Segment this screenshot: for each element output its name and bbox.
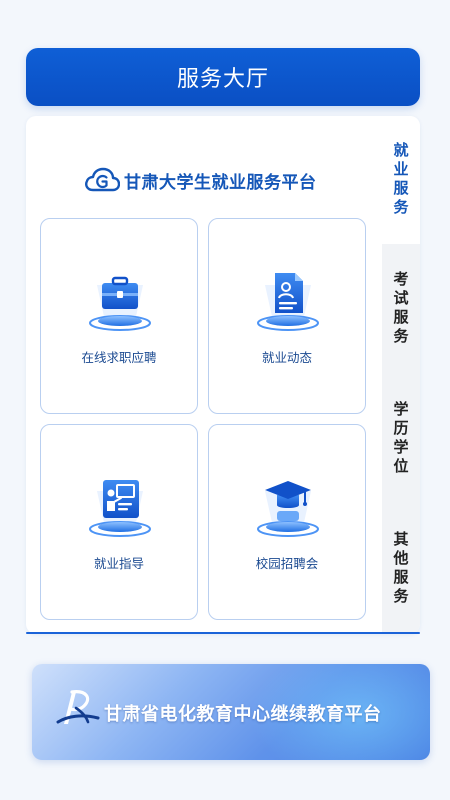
tab-label: 其他服务 — [391, 531, 410, 607]
platform-brand: 甘肃大学生就业服务平台 — [84, 162, 317, 198]
briefcase-icon — [89, 276, 151, 331]
service-hall-header: 服务大厅 — [26, 48, 420, 106]
tab-other-services[interactable]: 其他服务 — [382, 504, 420, 634]
service-category-tabs: 就业服务 考试服务 学历学位 其他服务 — [382, 116, 420, 634]
tab-employment-services[interactable]: 就业服务 — [382, 116, 420, 244]
tab-label: 就业服务 — [391, 142, 410, 218]
employment-news-card[interactable]: 就业动态 — [208, 218, 366, 414]
employment-guidance-card[interactable]: 就业指导 — [40, 424, 198, 620]
banner-title: 甘肃省电化教育中心继续教育平台 — [104, 704, 382, 725]
card-label: 就业指导 — [93, 556, 144, 571]
card-label: 就业动态 — [261, 350, 312, 365]
presentation-board-icon — [89, 480, 151, 537]
tab-label: 学历学位 — [391, 401, 410, 477]
online-job-application-card[interactable]: 在线求职应聘 — [40, 218, 198, 414]
cloud-logo-icon — [85, 167, 120, 192]
continuing-education-banner[interactable]: 甘肃省电化教育中心继续教育平台 — [32, 664, 430, 760]
education-center-logo-icon — [56, 690, 100, 724]
document-person-icon — [257, 273, 319, 331]
platform-name: 甘肃大学生就业服务平台 — [124, 172, 317, 193]
card-label: 校园招聘会 — [255, 556, 319, 571]
card-label: 在线求职应聘 — [81, 350, 157, 365]
service-panel: 甘肃大学生就业服务平台 在线求职应聘 就业动态 就业指导 校园招聘会 就业服务 … — [26, 116, 420, 634]
tab-label: 考试服务 — [391, 271, 410, 347]
panel-divider — [26, 632, 420, 634]
tab-academic-degrees[interactable]: 学历学位 — [382, 374, 420, 504]
graduation-cap-icon — [257, 481, 319, 537]
tab-content: 甘肃大学生就业服务平台 在线求职应聘 就业动态 就业指导 校园招聘会 — [26, 116, 382, 634]
page-title: 服务大厅 — [176, 67, 269, 92]
campus-job-fair-card[interactable]: 校园招聘会 — [208, 424, 366, 620]
tab-exam-services[interactable]: 考试服务 — [382, 244, 420, 374]
